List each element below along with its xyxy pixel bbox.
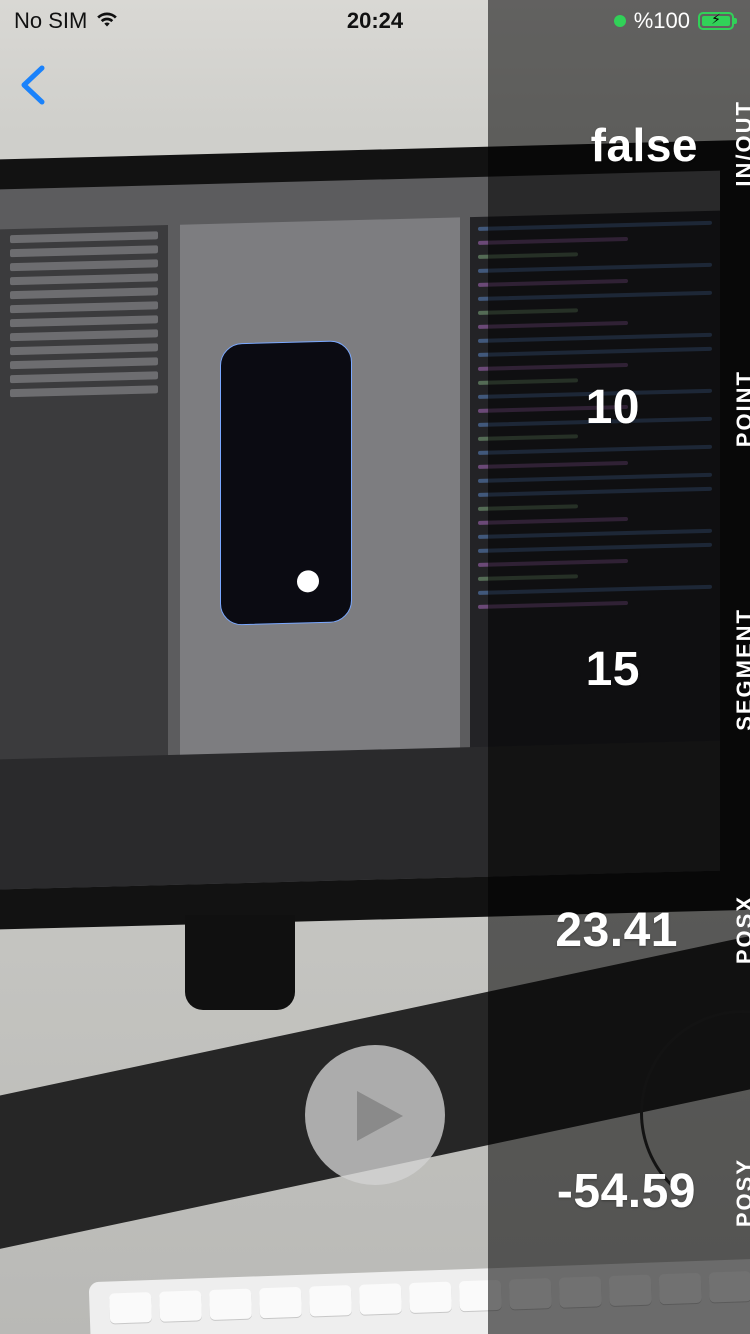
- play-button[interactable]: [305, 1045, 445, 1185]
- metric-posx: 23.41 POSX: [488, 895, 750, 965]
- monitor-stand-image: [185, 915, 295, 1010]
- battery-charging-icon: ⚡: [698, 11, 737, 30]
- metrics-panel: false IN/OUT 10 POINT 15 SEGMENT 23.41 P…: [488, 0, 750, 1334]
- metric-value-posy: -54.59: [556, 1165, 696, 1218]
- metric-value-segment: 15: [585, 643, 640, 696]
- metric-posy: -54.59 POSY: [488, 1158, 750, 1228]
- metric-label-posx: POSX: [732, 895, 750, 965]
- metric-segment: 15 SEGMENT: [488, 608, 750, 731]
- metric-value-posx: 23.41: [555, 904, 678, 957]
- video-detail-screen: false IN/OUT 10 POINT 15 SEGMENT 23.41 P…: [0, 0, 750, 1334]
- status-bar: No SIM 20:24 %100 ⚡: [0, 0, 750, 40]
- xcode-canvas-image: [180, 217, 460, 785]
- metric-in-out: false IN/OUT: [488, 100, 750, 190]
- back-button[interactable]: [14, 62, 54, 108]
- phone-mockup-image: [220, 340, 352, 626]
- metric-label-point: POINT: [732, 370, 750, 448]
- metric-label-in-out: IN/OUT: [732, 100, 750, 187]
- metric-value-point: 10: [585, 381, 640, 434]
- recording-dot-icon: [613, 15, 626, 27]
- chevron-left-icon: [21, 65, 45, 105]
- metric-label-posy: POSY: [732, 1158, 750, 1228]
- metric-label-segment: SEGMENT: [732, 608, 750, 731]
- play-icon: [357, 1091, 403, 1141]
- metric-point: 10 POINT: [488, 370, 750, 450]
- metric-value-in-out: false: [590, 119, 698, 171]
- status-right-group: %100 ⚡: [613, 8, 737, 34]
- battery-percent: %100: [633, 8, 690, 33]
